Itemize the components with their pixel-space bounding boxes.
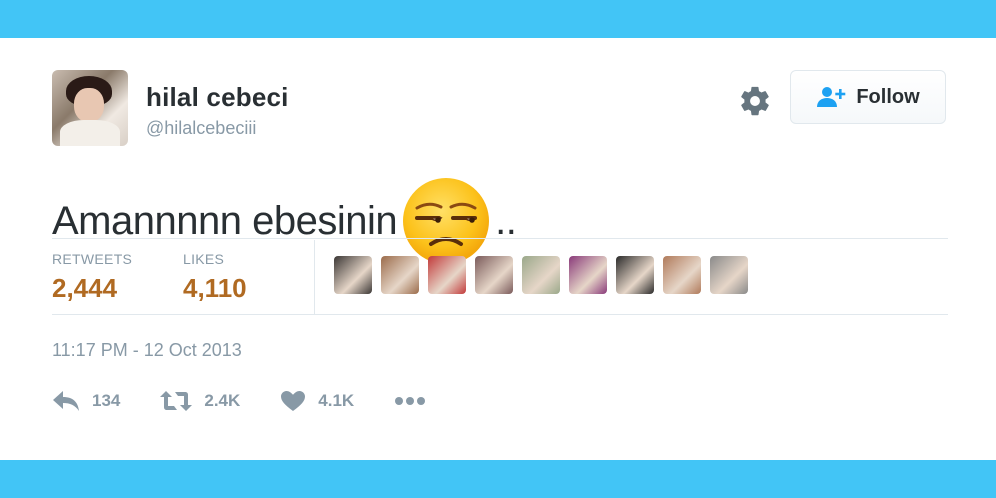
liker-avatar[interactable] bbox=[710, 256, 748, 294]
retweets-stat[interactable]: RETWEETS 2,444 bbox=[52, 251, 132, 304]
liker-avatar[interactable] bbox=[522, 256, 560, 294]
stats-divider bbox=[314, 240, 315, 314]
liker-avatar[interactable] bbox=[475, 256, 513, 294]
top-band bbox=[0, 0, 996, 38]
retweet-icon bbox=[160, 391, 193, 411]
timestamp[interactable]: 11:17 PM - 12 Oct 2013 bbox=[52, 340, 242, 361]
tweet-text-main: Amannnnn ebesinin bbox=[52, 198, 398, 243]
divider-top bbox=[52, 238, 948, 239]
liker-avatar[interactable] bbox=[569, 256, 607, 294]
retweet-action[interactable]: 2.4K bbox=[160, 390, 240, 412]
reply-icon bbox=[53, 391, 79, 411]
retweets-value: 2,444 bbox=[52, 273, 118, 303]
user-handle[interactable]: @hilalcebeciii bbox=[146, 118, 256, 139]
like-count: 4.1K bbox=[318, 391, 355, 410]
user-name[interactable]: hilal cebeci bbox=[146, 82, 289, 113]
follow-label: Follow bbox=[856, 85, 920, 108]
gear-icon[interactable] bbox=[738, 84, 772, 118]
liker-avatar[interactable] bbox=[616, 256, 654, 294]
liker-avatar[interactable] bbox=[663, 256, 701, 294]
likes-label: LIKES bbox=[183, 251, 225, 267]
retweet-count: 2.4K bbox=[204, 391, 241, 410]
add-user-icon bbox=[817, 87, 846, 107]
reply-count: 134 bbox=[92, 391, 121, 410]
retweets-label: RETWEETS bbox=[52, 251, 133, 267]
likers-list bbox=[334, 256, 748, 294]
liker-avatar[interactable] bbox=[381, 256, 419, 294]
tweet-card: hilal cebeci @hilalcebeciii Follow Amann… bbox=[0, 38, 996, 460]
divider-bottom bbox=[52, 314, 948, 315]
tweet-text-ellipsis: .. bbox=[495, 198, 517, 243]
bottom-band bbox=[0, 460, 996, 498]
likes-value: 4,110 bbox=[183, 273, 247, 303]
more-icon bbox=[395, 397, 426, 405]
follow-button[interactable]: Follow bbox=[790, 70, 946, 124]
likes-stat[interactable]: LIKES 4,110 bbox=[183, 251, 247, 304]
action-bar: 134 2.4K 4.1K bbox=[52, 390, 466, 412]
like-action[interactable]: 4.1K bbox=[280, 390, 354, 412]
heart-icon bbox=[281, 391, 306, 411]
more-action[interactable] bbox=[394, 396, 426, 406]
reply-action[interactable]: 134 bbox=[52, 390, 120, 412]
avatar[interactable] bbox=[52, 70, 128, 146]
liker-avatar[interactable] bbox=[428, 256, 466, 294]
liker-avatar[interactable] bbox=[334, 256, 372, 294]
unamused-face-emoji bbox=[403, 178, 490, 264]
